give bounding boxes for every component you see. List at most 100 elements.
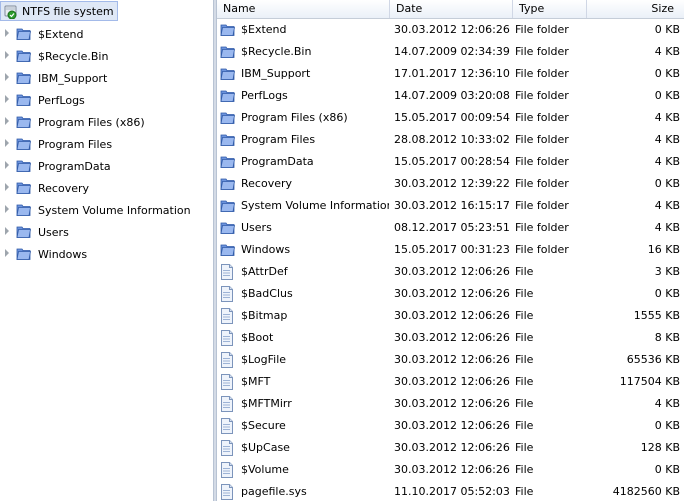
expand-arrow-icon[interactable] — [5, 117, 11, 125]
file-name: $MFT — [241, 375, 271, 388]
expand-arrow-icon[interactable] — [5, 139, 11, 147]
tree-item[interactable]: IBM_Support — [0, 67, 213, 89]
file-date: 30.03.2012 12:06:26 — [394, 265, 510, 278]
tree-item[interactable]: $Recycle.Bin — [0, 45, 213, 67]
file-row[interactable]: Users 08.12.2017 05:23:51 File folder 4 KB — [217, 217, 684, 239]
tree-item[interactable]: System Volume Information — [0, 199, 213, 221]
tree-item[interactable]: Program Files — [0, 133, 213, 155]
file-size: 0 KB — [654, 287, 680, 300]
file-row[interactable]: $Secure 30.03.2012 12:06:26 File 0 KB — [217, 415, 684, 437]
file-date: 17.01.2017 12:36:10 — [394, 67, 510, 80]
file-name: System Volume Information — [241, 199, 389, 212]
file-date: 15.05.2017 00:31:23 — [394, 243, 510, 256]
file-icon — [220, 371, 238, 393]
file-date: 30.03.2012 12:06:26 — [394, 353, 510, 366]
file-row[interactable]: $Volume 30.03.2012 12:06:26 File 0 KB — [217, 459, 684, 481]
file-name: IBM_Support — [241, 67, 311, 80]
file-size: 0 KB — [654, 23, 680, 36]
column-header-date[interactable]: Date — [390, 0, 513, 18]
expand-arrow-icon[interactable] — [5, 249, 11, 257]
file-row[interactable]: $MFTMirr 30.03.2012 12:06:26 File 4 KB — [217, 393, 684, 415]
file-row[interactable]: $UpCase 30.03.2012 12:06:26 File 128 KB — [217, 437, 684, 459]
expand-arrow-icon[interactable] — [5, 73, 11, 81]
tree-item[interactable]: Windows — [0, 243, 213, 265]
file-list-panel: Name Date Type Size $Extend 30.03.2012 12… — [217, 0, 684, 501]
folder-icon — [220, 41, 238, 63]
tree-item[interactable]: ProgramData — [0, 155, 213, 177]
expand-arrow-icon[interactable] — [5, 95, 11, 103]
expand-arrow-icon[interactable] — [5, 227, 11, 235]
column-header-type[interactable]: Type — [513, 0, 587, 18]
file-icon — [220, 283, 238, 305]
column-header-name[interactable]: Name — [217, 0, 390, 18]
folder-icon — [220, 85, 238, 107]
file-row[interactable]: $MFT 30.03.2012 12:06:26 File 117504 KB — [217, 371, 684, 393]
column-header-size[interactable]: Size — [587, 0, 684, 18]
file-row[interactable]: $Extend 30.03.2012 12:06:26 File folder 0 K… — [217, 19, 684, 41]
file-size: 117504 KB — [619, 375, 680, 388]
folder-icon — [16, 180, 32, 196]
file-name: Program Files — [241, 133, 316, 146]
file-type: File — [515, 463, 534, 476]
file-date: 11.10.2017 05:52:03 — [394, 485, 510, 498]
expand-arrow-icon[interactable] — [5, 51, 11, 59]
file-type: File folder — [515, 67, 569, 80]
folder-icon — [16, 224, 32, 240]
file-type: File — [515, 287, 534, 300]
file-row[interactable]: IBM_Support 17.01.2017 12:36:10 File folde… — [217, 63, 684, 85]
file-row[interactable]: Recovery 30.03.2012 12:39:22 File folder 0 … — [217, 173, 684, 195]
tree-item[interactable]: PerfLogs — [0, 89, 213, 111]
file-row[interactable]: $Bitmap 30.03.2012 12:06:26 File 1555 KB — [217, 305, 684, 327]
file-date: 15.05.2017 00:09:54 — [394, 111, 510, 124]
file-date: 30.03.2012 12:06:26 — [394, 375, 510, 388]
tree-item[interactable]: $Extend — [0, 23, 213, 45]
file-date: 30.03.2012 12:06:26 — [394, 309, 510, 322]
file-row[interactable]: $Recycle.Bin 14.07.2009 02:34:39 File fold… — [217, 41, 684, 63]
file-name: $AttrDef — [241, 265, 288, 278]
file-size: 4182560 KB — [612, 485, 680, 498]
file-size: 128 KB — [640, 441, 680, 454]
tree-item[interactable]: Recovery — [0, 177, 213, 199]
expand-arrow-icon[interactable] — [5, 161, 11, 169]
file-row[interactable]: pagefile.sys 11.10.2017 05:52:03 File 41825… — [217, 481, 684, 501]
file-type: File — [515, 331, 534, 344]
tree-root-ntfs[interactable]: NTFS file system — [0, 1, 118, 21]
tree-item[interactable]: Program Files (x86) — [0, 111, 213, 133]
file-type: File — [515, 265, 534, 278]
file-row[interactable]: Program Files (x86) 15.05.2017 00:09:54 Fi… — [217, 107, 684, 129]
tree-item-label: $Extend — [38, 27, 84, 41]
tree-item[interactable]: Users — [0, 221, 213, 243]
folder-icon — [16, 92, 32, 108]
file-name: $Recycle.Bin — [241, 45, 312, 58]
file-name: $Extend — [241, 23, 287, 36]
file-row[interactable]: PerfLogs 14.07.2009 03:20:08 File folder 0 … — [217, 85, 684, 107]
file-row[interactable]: Program Files 28.08.2012 10:33:02 File fol… — [217, 129, 684, 151]
expand-arrow-icon[interactable] — [5, 29, 11, 37]
tree-item-label: Program Files — [38, 137, 113, 151]
file-date: 30.03.2012 12:06:26 — [394, 331, 510, 344]
file-date: 30.03.2012 12:06:26 — [394, 441, 510, 454]
file-size: 65536 KB — [626, 353, 680, 366]
file-type: File — [515, 353, 534, 366]
file-row[interactable]: $LogFile 30.03.2012 12:06:26 File 65536 KB — [217, 349, 684, 371]
file-size: 0 KB — [654, 463, 680, 476]
folder-icon — [16, 246, 32, 262]
file-name: $UpCase — [241, 441, 290, 454]
file-row[interactable]: System Volume Information 30.03.2012 16:1… — [217, 195, 684, 217]
file-name: Program Files (x86) — [241, 111, 348, 124]
file-row[interactable]: ProgramData 15.05.2017 00:28:54 File folde… — [217, 151, 684, 173]
file-size: 1555 KB — [633, 309, 680, 322]
expand-arrow-icon[interactable] — [5, 183, 11, 191]
file-size: 8 KB — [654, 331, 680, 344]
file-date: 30.03.2012 12:06:26 — [394, 287, 510, 300]
file-row[interactable]: $AttrDef 30.03.2012 12:06:26 File 3 KB — [217, 261, 684, 283]
file-row[interactable]: $Boot 30.03.2012 12:06:26 File 8 KB — [217, 327, 684, 349]
file-date: 30.03.2012 16:15:17 — [394, 199, 510, 212]
expand-arrow-icon[interactable] — [5, 205, 11, 213]
tree-root-selection[interactable]: NTFS file system — [0, 1, 118, 21]
file-row[interactable]: $BadClus 30.03.2012 12:06:26 File 0 KB — [217, 283, 684, 305]
folder-icon — [16, 158, 32, 174]
folder-icon — [220, 151, 238, 173]
folder-icon — [16, 70, 32, 86]
file-row[interactable]: Windows 15.05.2017 00:31:23 File folder 16 … — [217, 239, 684, 261]
